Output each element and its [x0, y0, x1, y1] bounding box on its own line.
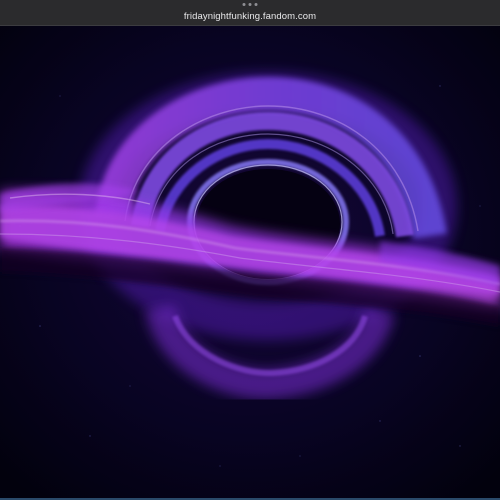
browser-window: fridaynightfunking.fandom.com [0, 0, 500, 500]
tab-handle-icon[interactable] [242, 3, 258, 6]
address-bar[interactable]: fridaynightfunking.fandom.com [0, 0, 500, 26]
url-text[interactable]: fridaynightfunking.fandom.com [0, 11, 500, 23]
black-hole-illustration [0, 26, 500, 498]
black-hole-image [0, 26, 500, 498]
